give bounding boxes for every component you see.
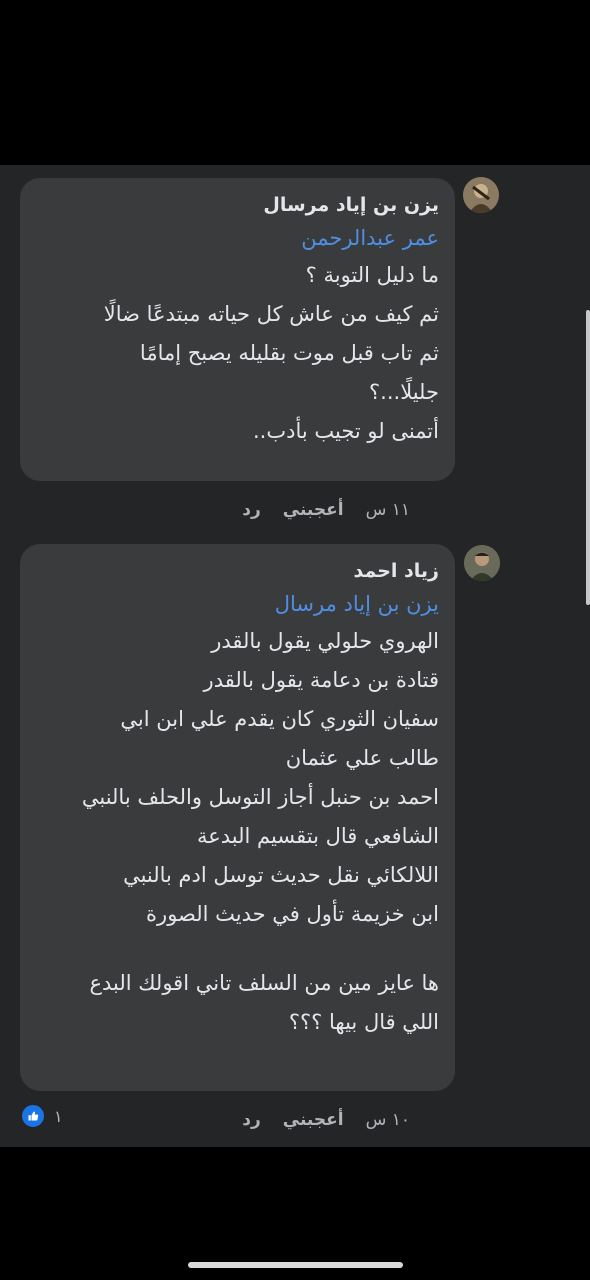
avatar[interactable] bbox=[463, 177, 499, 213]
scrollbar[interactable] bbox=[586, 310, 590, 605]
comment-line: الشافعي قال بتقسيم البدعة bbox=[197, 824, 439, 848]
avatar-photo-icon bbox=[463, 177, 499, 213]
comment-mention[interactable]: يزن بن إياد مرسال bbox=[36, 586, 439, 622]
like-button[interactable]: أعجبني bbox=[283, 500, 344, 520]
reply-button[interactable]: رد bbox=[242, 1110, 261, 1130]
comment-line: احمد بن حنبل أجاز التوسل والحلف بالنبي bbox=[81, 785, 439, 809]
comment-line: ثم كيف من عاش كل حياته مبتدعًا ضالًا bbox=[103, 302, 439, 326]
comment-line: الهروي حلولي يقول بالقدر bbox=[211, 629, 439, 653]
comment-actions: ١١ س أعجبني رد bbox=[242, 500, 410, 520]
comment-line: ابن خزيمة تأول في حديث الصورة bbox=[146, 902, 439, 926]
avatar[interactable] bbox=[464, 545, 500, 581]
comment-line: اللالكائي نقل حديث توسل ادم بالنبي bbox=[123, 863, 439, 887]
home-indicator[interactable] bbox=[188, 1262, 403, 1268]
comment-time[interactable]: ١٠ س bbox=[366, 1110, 410, 1130]
comment-line: جليلًا...؟ bbox=[369, 380, 439, 404]
comment-mention[interactable]: عمر عبدالرحمن bbox=[36, 220, 439, 256]
comment-author[interactable]: زياد احمد bbox=[36, 556, 440, 586]
reaction-summary[interactable]: ١ bbox=[20, 1103, 63, 1129]
comment-actions: ١٠ س أعجبني رد bbox=[242, 1110, 410, 1130]
comment-line: أتمنى لو تجيب بأدب.. bbox=[252, 419, 439, 443]
comment-bubble: زياد احمد يزن بن إياد مرسال الهروي حلولي… bbox=[20, 544, 455, 1091]
reaction-count: ١ bbox=[54, 1106, 63, 1126]
comment-line: ما دليل التوبة ؟ bbox=[305, 263, 439, 287]
like-reaction-icon bbox=[20, 1103, 46, 1129]
comment-time[interactable]: ١١ س bbox=[366, 500, 410, 520]
comment-line: قتادة بن دعامة يقول بالقدر bbox=[203, 668, 439, 692]
comment-line: ثم تاب قبل موت بقليله يصبح إمامًا bbox=[139, 341, 439, 365]
comment-author[interactable]: يزن بن إياد مرسال bbox=[36, 190, 439, 220]
reply-button[interactable]: رد bbox=[242, 500, 261, 520]
avatar-photo-icon bbox=[464, 545, 500, 581]
comment-line: ها عايز مين من السلف تاني اقولك البدع bbox=[89, 971, 439, 995]
comment-line: طالب علي عثمان bbox=[285, 746, 439, 770]
like-button[interactable]: أعجبني bbox=[283, 1110, 344, 1130]
comment-line: سفيان الثوري كان يقدم علي ابن ابي bbox=[120, 707, 439, 731]
comment-bubble: يزن بن إياد مرسال عمر عبدالرحمن ما دليل … bbox=[20, 178, 455, 481]
comment-line: اللي قال بيها ؟؟؟ bbox=[288, 1010, 439, 1034]
